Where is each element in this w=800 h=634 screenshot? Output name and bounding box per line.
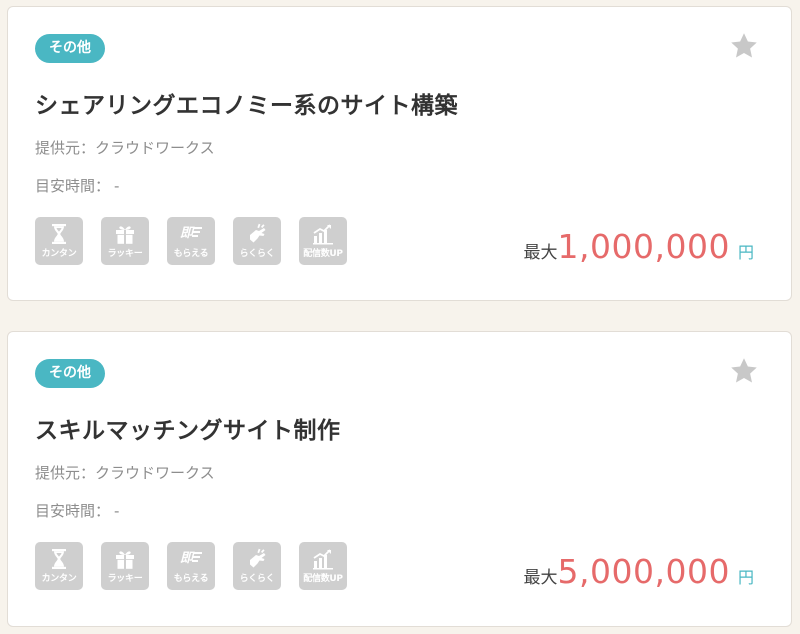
tag-label: ラッキー (107, 574, 143, 584)
reward-unit: 円 (737, 568, 754, 587)
tag-label: 配信数UP (303, 574, 343, 584)
tag-label: もらえる (173, 574, 209, 584)
reward-amount: 5,000,000 (557, 552, 730, 591)
tag-haishin-up: 配信数UP (299, 217, 347, 265)
tag-haishin-up: 配信数UP (299, 542, 347, 590)
job-title[interactable]: シェアリングエコノミー系のサイト構築 (35, 86, 458, 120)
reward: 最大 5,000,000 円 (524, 552, 754, 591)
provider-label: 提供元： (35, 139, 96, 157)
tag-label: もらえる (173, 249, 209, 259)
tag-label: ラッキー (107, 249, 143, 259)
reward-unit: 円 (737, 243, 754, 262)
provider-value: クラウドワークス (95, 464, 215, 482)
job-card[interactable]: その他 スキルマッチングサイト制作 提供元：クラウドワークス 目安時間： - カン… (7, 331, 792, 627)
hand-icon (250, 223, 266, 243)
reward-prefix: 最大 (523, 243, 558, 263)
chart-up-icon (313, 224, 333, 245)
category-badge: その他 (35, 359, 105, 388)
provider-row: 提供元：クラウドワークス (35, 462, 215, 483)
time-row: 目安時間： - (35, 500, 119, 521)
instant-icon: 即 (180, 551, 202, 566)
time-value: - (114, 177, 120, 195)
tag-kantan: カンタン (35, 542, 83, 590)
tag-label: カンタン (41, 249, 77, 259)
time-label: 目安時間： (35, 177, 111, 195)
tag-lucky: ラッキー (101, 542, 149, 590)
provider-label: 提供元： (35, 464, 96, 482)
tag-rakuraku: らくらく (233, 542, 281, 590)
tag-label: らくらく (239, 574, 275, 584)
category-badge: その他 (35, 34, 105, 63)
svg-text:即: 即 (180, 551, 195, 566)
favorite-star-icon[interactable] (729, 31, 759, 61)
tag-label: 配信数UP (303, 249, 343, 259)
tag-label: カンタン (41, 574, 77, 584)
job-card[interactable]: その他 シェアリングエコノミー系のサイト構築 提供元：クラウドワークス 目安時間… (7, 6, 792, 301)
reward-prefix: 最大 (523, 568, 558, 588)
gift-icon (116, 551, 134, 569)
tag-label: らくらく (239, 249, 275, 259)
tag-moraeru: 即 もらえる (167, 542, 215, 590)
time-row: 目安時間： - (35, 175, 119, 196)
job-title[interactable]: スキルマッチングサイト制作 (35, 411, 341, 445)
reward-amount: 1,000,000 (557, 227, 730, 266)
tag-kantan: カンタン (35, 217, 83, 265)
favorite-star-icon[interactable] (729, 356, 759, 386)
hourglass-icon (52, 549, 66, 569)
feature-tags: カンタン ラッキー 即 もらえる らくらく 配信数UP (35, 217, 347, 265)
time-label: 目安時間： (35, 502, 111, 520)
instant-icon: 即 (180, 226, 202, 241)
tag-lucky: ラッキー (101, 217, 149, 265)
tag-moraeru: 即 もらえる (167, 217, 215, 265)
reward: 最大 1,000,000 円 (524, 227, 754, 266)
feature-tags: カンタン ラッキー 即 もらえる らくらく 配信数UP (35, 542, 347, 590)
hourglass-icon (52, 224, 66, 244)
provider-value: クラウドワークス (95, 139, 215, 157)
hand-icon (250, 548, 266, 568)
provider-row: 提供元：クラウドワークス (35, 137, 215, 158)
gift-icon (116, 226, 134, 244)
tag-rakuraku: らくらく (233, 217, 281, 265)
chart-up-icon (313, 549, 333, 570)
svg-text:即: 即 (180, 226, 195, 241)
time-value: - (114, 502, 120, 520)
